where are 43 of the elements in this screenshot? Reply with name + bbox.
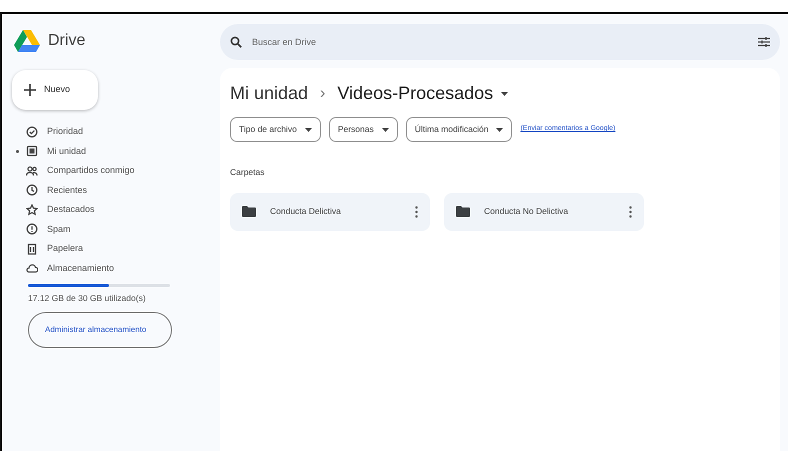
caret-icon xyxy=(501,92,508,96)
sidebar-item[interactable]: Mi unidad xyxy=(47,144,86,158)
caret-icon xyxy=(496,128,504,132)
drive-box-icon xyxy=(26,145,38,158)
folder-card[interactable]: Conducta Delictiva xyxy=(230,192,430,231)
sidebar-item[interactable]: Almacenamiento xyxy=(47,262,114,275)
current-folder-dropdown[interactable]: Videos-Procesados xyxy=(337,80,508,107)
folder-name: Conducta Delictiva xyxy=(270,205,342,218)
storage-usage-text: 17.12 GB de 30 GB utilizado(s) xyxy=(28,293,147,304)
section-title: Carpetas xyxy=(230,166,266,179)
manage-storage-button[interactable]: Administrar almacenamiento xyxy=(28,312,172,348)
sidebar-item[interactable]: Destacados xyxy=(47,203,95,216)
breadcrumb-separator: › xyxy=(320,84,326,104)
new-button[interactable]: Nuevo xyxy=(12,70,98,110)
sidebar-item[interactable]: Recientes xyxy=(47,184,88,197)
caret-icon xyxy=(304,128,312,132)
more-options-icon[interactable] xyxy=(415,206,418,218)
search-field[interactable]: Buscar en Drive xyxy=(220,24,780,60)
folder-icon xyxy=(456,206,470,218)
plus-icon xyxy=(24,84,36,96)
filter-dropdown[interactable]: Última modificación xyxy=(406,117,512,142)
drive-logo-icon xyxy=(14,30,40,52)
sidebar-item[interactable]: Compartidos conmigo xyxy=(47,164,135,178)
info-circle-icon xyxy=(26,223,38,236)
filter-dropdown[interactable]: Tipo de archivo xyxy=(230,117,321,142)
sidebar-item[interactable]: Spam xyxy=(47,222,71,236)
clock-icon xyxy=(26,184,38,196)
caret-icon xyxy=(382,128,389,132)
folder-icon xyxy=(242,206,256,218)
trash-icon xyxy=(26,242,38,255)
check-circle-icon xyxy=(26,126,38,138)
folder-card[interactable]: Conducta No Delictiva xyxy=(444,192,644,231)
filter-dropdown[interactable]: Personas xyxy=(328,117,398,142)
people-icon xyxy=(26,164,38,177)
folder-name: Conducta No Delictiva xyxy=(484,205,570,218)
breadcrumb-link[interactable]: Mi unidad xyxy=(230,80,308,107)
filter-settings-icon[interactable] xyxy=(758,36,770,48)
sidebar-item[interactable]: Prioridad xyxy=(47,125,84,138)
more-options-icon[interactable] xyxy=(629,206,632,218)
star-icon xyxy=(26,204,38,216)
app-name: Drive xyxy=(48,31,86,51)
cloud-icon xyxy=(26,262,38,274)
sidebar-item[interactable]: Papelera xyxy=(47,242,84,256)
